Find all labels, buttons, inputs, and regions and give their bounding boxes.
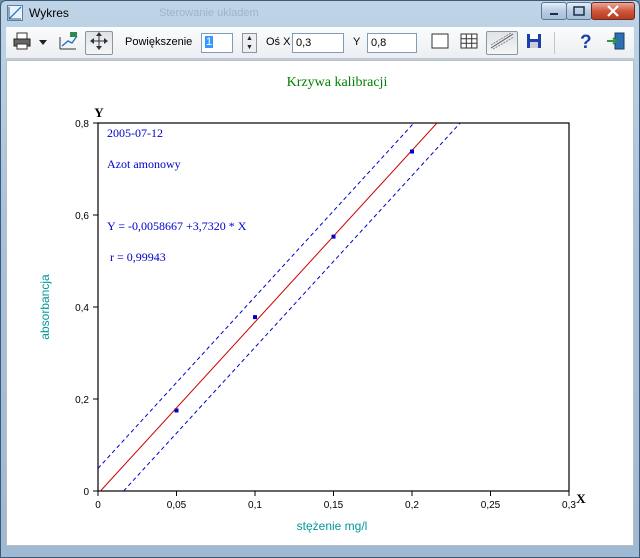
x-tick-label: 0 — [95, 500, 101, 511]
y-tick-label: 0,8 — [75, 119, 89, 130]
correlation-coefficient: r = 0,99943 — [110, 250, 166, 264]
data-point — [331, 234, 336, 239]
regression-lines-icon — [489, 32, 515, 55]
regression-line — [100, 122, 438, 492]
x-axis-label: stężenie mg/l — [297, 519, 368, 533]
print-button[interactable] — [10, 31, 34, 55]
axis-x-max-input[interactable] — [292, 33, 344, 53]
x-tick-label: 0,15 — [324, 500, 344, 511]
x-tick-label: 0,1 — [248, 500, 262, 511]
data-point — [253, 315, 257, 320]
toolbar: Powiększenie 1 ▲ ▼ Oś X Y — [6, 27, 634, 59]
save-button[interactable] — [522, 31, 546, 55]
spin-down-icon[interactable]: ▼ — [243, 43, 256, 52]
regression-equation: Y = -0,0058667 +3,7320 * X — [107, 219, 247, 233]
plot-frame — [97, 122, 570, 492]
x-axis-letter: X — [576, 491, 586, 506]
chart-analyte: Azot amonowy — [107, 157, 181, 171]
y-tick-label: 0,2 — [75, 395, 89, 406]
chart-edit-icon — [58, 31, 80, 56]
data-point — [410, 149, 414, 154]
window-title: Wykres — [29, 6, 69, 20]
regression-lines-button[interactable] — [486, 31, 518, 55]
zoom-spinner[interactable]: ▲ ▼ — [242, 33, 257, 53]
printer-icon — [12, 31, 32, 56]
grid-toggle-button[interactable] — [457, 31, 481, 55]
move-chart-button[interactable] — [85, 31, 113, 55]
zoom-input[interactable]: 1 — [201, 33, 233, 53]
exit-icon — [606, 31, 626, 56]
chart-area: Krzywa kalibracji 0 0,05 0,1 0,15 0,2 0,25 0,3… — [6, 60, 634, 546]
close-button[interactable] — [591, 2, 635, 20]
spin-up-icon[interactable]: ▲ — [243, 34, 256, 43]
grid-icon — [460, 33, 478, 54]
frame-toggle-button[interactable] — [428, 31, 452, 55]
help-button[interactable]: ? — [574, 31, 598, 55]
data-point — [174, 408, 179, 413]
chart-window: Wykres Sterowanie ukladem Powiększenie 1… — [0, 0, 640, 558]
help-icon: ? — [578, 31, 594, 56]
y-axis-letter: Y — [94, 105, 104, 120]
exit-button[interactable] — [604, 31, 628, 55]
print-options-dropdown[interactable] — [36, 31, 50, 55]
move-arrows-icon — [89, 31, 109, 56]
save-icon — [526, 33, 542, 54]
axis-y-label: Y — [353, 36, 361, 48]
confidence-band-upper — [97, 122, 415, 469]
toolbar-separator — [554, 32, 555, 54]
background-window-title: Sterowanie ukladem — [159, 7, 259, 19]
axis-y-max-input[interactable] — [367, 33, 417, 53]
chart-app-icon — [7, 5, 23, 21]
chart-edit-button[interactable] — [56, 31, 82, 55]
x-tick-label: 0,05 — [167, 500, 187, 511]
y-axis-label: absorbancja — [38, 274, 52, 340]
y-tick-label: 0,4 — [75, 303, 89, 314]
chart-title: Krzywa kalibracji — [287, 75, 388, 90]
x-tick-label: 0,25 — [481, 500, 501, 511]
svg-text:?: ? — [580, 32, 592, 51]
x-tick-label: 0,3 — [562, 500, 576, 511]
x-tick-label: 0,2 — [405, 500, 419, 511]
y-tick-label: 0 — [83, 487, 89, 498]
calibration-chart: Krzywa kalibracji 0 0,05 0,1 0,15 0,2 0,25 0,3… — [38, 75, 586, 533]
confidence-band-lower — [123, 122, 461, 492]
minimize-button[interactable] — [541, 2, 567, 20]
title-bar[interactable]: Wykres Sterowanie ukladem — [1, 1, 639, 25]
axis-x-label: Oś X — [266, 36, 291, 48]
maximize-button[interactable] — [566, 2, 592, 20]
zoom-label: Powiększenie — [125, 36, 193, 48]
y-tick-label: 0,6 — [75, 211, 89, 222]
chart-date: 2005-07-12 — [107, 126, 163, 140]
frame-icon — [431, 33, 449, 54]
dropdown-arrow-icon — [38, 34, 48, 52]
